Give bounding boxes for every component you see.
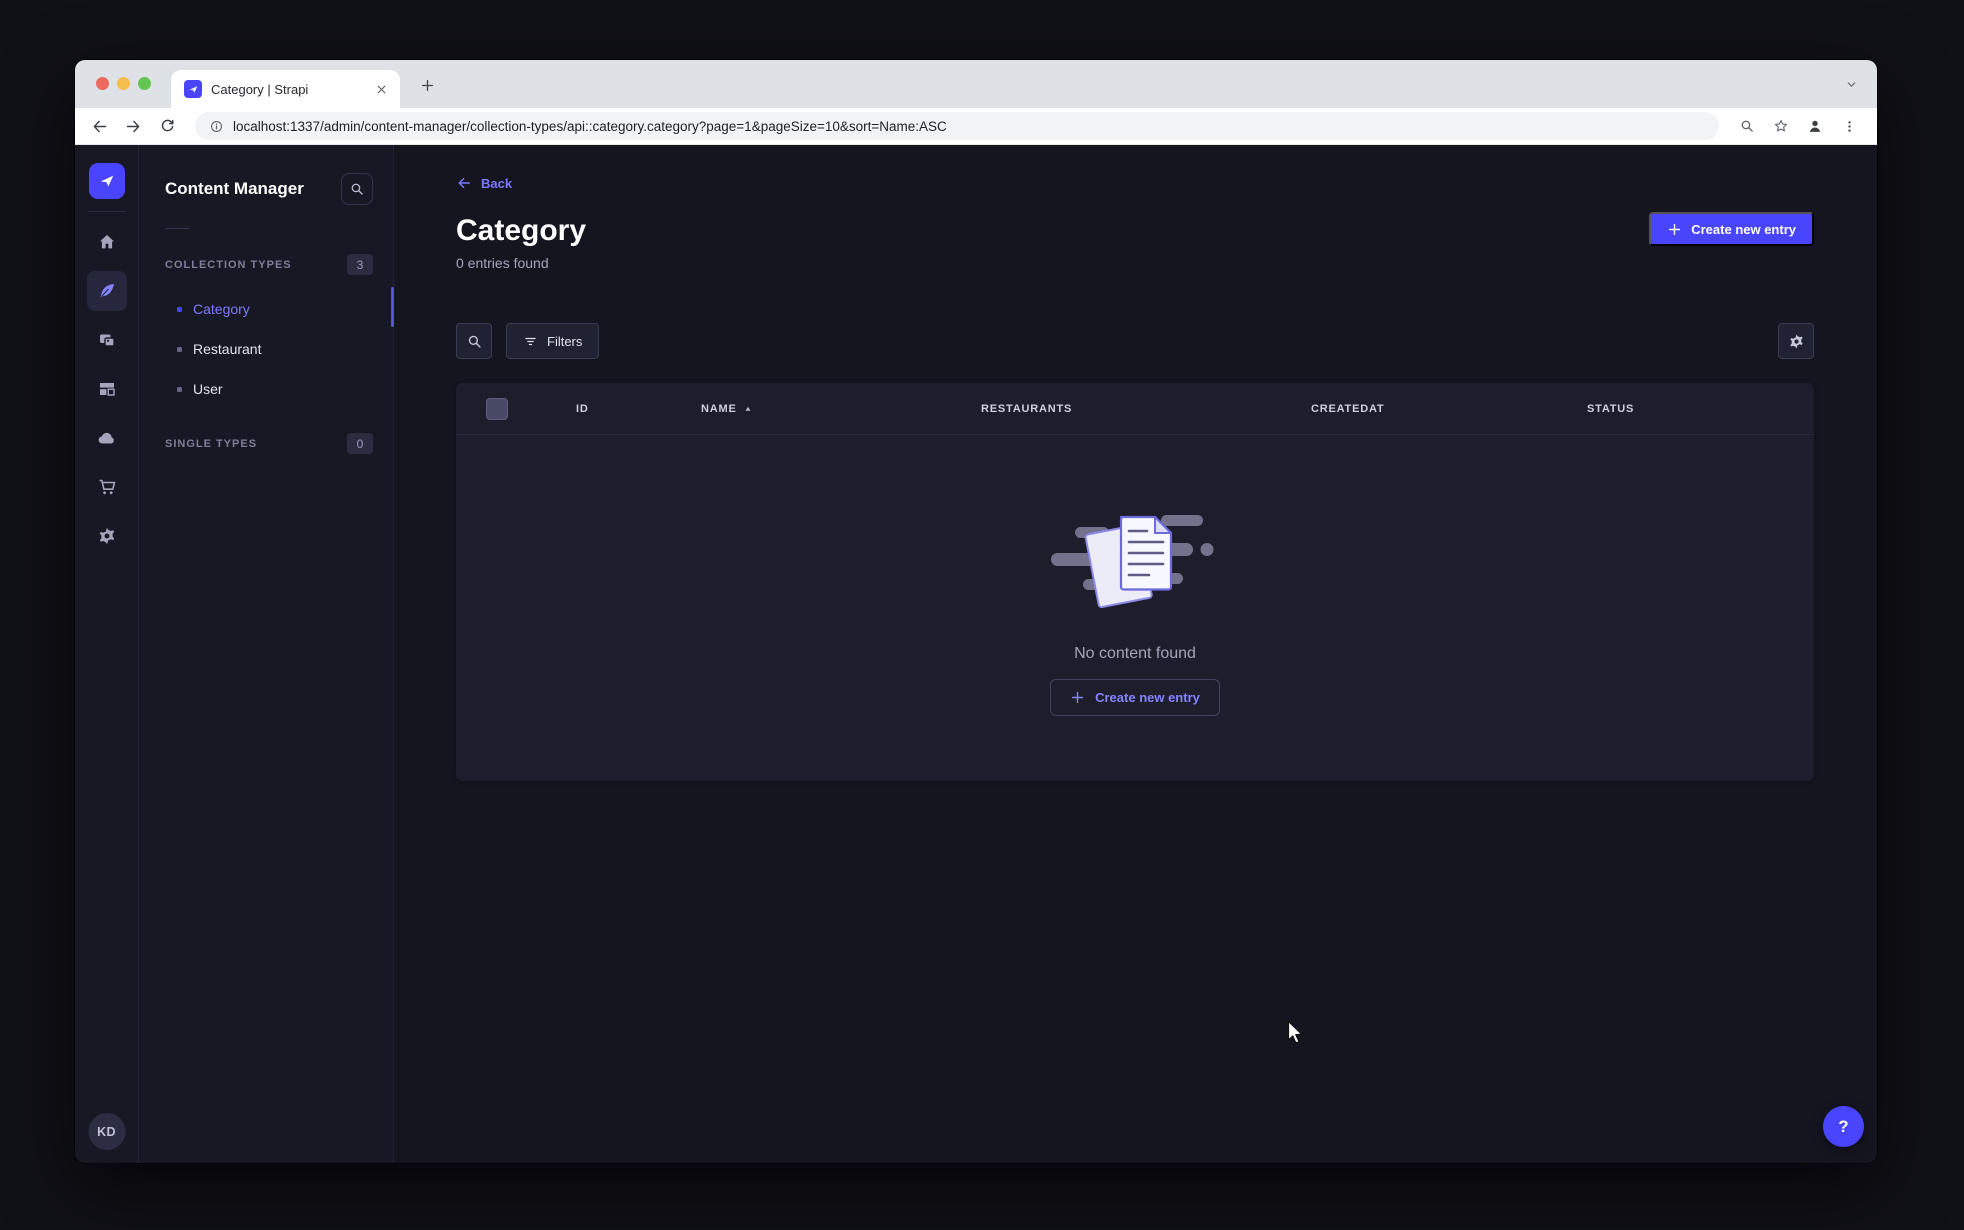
zoom-indicator-icon[interactable] xyxy=(1733,112,1761,140)
plus-icon xyxy=(1669,223,1681,235)
empty-documents-illustration xyxy=(1051,514,1214,608)
rail-divider xyxy=(87,211,126,212)
nav-deploy-cloud-icon[interactable] xyxy=(87,418,127,458)
tab-close-icon[interactable] xyxy=(372,80,390,98)
user-avatar[interactable]: KD xyxy=(88,1113,125,1150)
bullet-icon xyxy=(177,386,182,392)
column-header-id[interactable]: ID xyxy=(576,403,701,415)
main-navigation-rail: KD xyxy=(75,145,139,1163)
entries-count: 0 entries found xyxy=(456,255,549,271)
browser-tab-bar: Category | Strapi xyxy=(75,60,1877,108)
tab-strip-chevron-icon[interactable] xyxy=(1841,74,1861,94)
view-settings-button[interactable] xyxy=(1778,323,1814,359)
plus-icon xyxy=(1072,691,1084,703)
back-button[interactable] xyxy=(85,112,113,140)
sidebar-item-label: Category xyxy=(193,301,250,317)
collection-types-list: Category Restaurant User xyxy=(165,289,373,409)
browser-profile-icon[interactable] xyxy=(1801,112,1829,140)
back-link[interactable]: Back xyxy=(456,175,512,191)
browser-toolbar: localhost:1337/admin/content-manager/col… xyxy=(75,108,1877,145)
bullet-icon xyxy=(177,346,182,352)
sort-asc-icon xyxy=(743,404,753,414)
collection-types-label: COLLECTION TYPES xyxy=(165,258,292,271)
reload-button[interactable] xyxy=(153,112,181,140)
new-tab-button[interactable] xyxy=(415,73,439,97)
column-header-status[interactable]: STATUS xyxy=(1587,403,1814,415)
browser-menu-icon[interactable] xyxy=(1835,112,1863,140)
sidebar-item-label: User xyxy=(193,381,223,397)
nav-media-library-icon[interactable] xyxy=(87,320,127,360)
single-types-count-badge: 0 xyxy=(347,433,373,454)
panel-title: Content Manager xyxy=(165,179,304,198)
entries-table: ID NAME RESTAURANTS CREATEDAT STATUS No … xyxy=(456,383,1814,781)
back-label: Back xyxy=(481,175,513,191)
page-title-block: Category 0 entries found xyxy=(456,212,586,271)
maximize-window-button[interactable] xyxy=(138,77,151,90)
nav-marketplace-cart-icon[interactable] xyxy=(87,467,127,507)
strapi-admin: KD Content Manager COLLECTION TYPES 3 Ca… xyxy=(75,145,1877,1163)
close-window-button[interactable] xyxy=(96,77,109,90)
page-title: Category xyxy=(456,214,587,247)
bullet-icon xyxy=(177,306,182,312)
strapi-favicon-icon xyxy=(184,80,202,98)
content-manager-panel: Content Manager COLLECTION TYPES 3 Categ… xyxy=(139,145,394,1163)
nav-content-manager-icon[interactable] xyxy=(86,271,127,311)
sidebar-item-label: Restaurant xyxy=(193,341,262,357)
search-entries-button[interactable] xyxy=(456,323,492,359)
empty-create-label: Create new entry xyxy=(1095,689,1200,705)
filters-button[interactable]: Filters xyxy=(506,323,600,359)
panel-search-button[interactable] xyxy=(341,173,373,205)
bookmark-star-icon[interactable] xyxy=(1767,112,1795,140)
empty-message: No content found xyxy=(1074,644,1196,662)
site-info-icon[interactable] xyxy=(209,119,224,134)
panel-divider xyxy=(165,228,190,229)
nav-home-icon[interactable] xyxy=(87,222,127,262)
browser-tab[interactable]: Category | Strapi xyxy=(171,70,400,108)
select-all-checkbox[interactable] xyxy=(486,397,508,420)
address-bar[interactable]: localhost:1337/admin/content-manager/col… xyxy=(195,112,1719,140)
sidebar-item-category[interactable]: Category xyxy=(165,289,373,329)
nav-settings-gear-icon[interactable] xyxy=(87,516,127,556)
url-text: localhost:1337/admin/content-manager/col… xyxy=(233,118,947,134)
main-content: Back Category 0 entries found Create new… xyxy=(394,145,1877,1163)
tab-title: Category | Strapi xyxy=(211,81,309,97)
rail-nav xyxy=(86,222,127,556)
column-header-name[interactable]: NAME xyxy=(701,403,981,415)
nav-content-type-builder-icon[interactable] xyxy=(87,369,127,409)
column-header-createdat[interactable]: CREATEDAT xyxy=(1311,403,1587,415)
create-new-entry-button[interactable]: Create new entry xyxy=(1649,212,1814,246)
create-button-label: Create new entry xyxy=(1691,221,1796,237)
window-controls xyxy=(96,77,151,90)
filter-icon xyxy=(525,337,536,345)
forward-button[interactable] xyxy=(119,112,147,140)
filters-label: Filters xyxy=(547,333,583,349)
empty-create-entry-button[interactable]: Create new entry xyxy=(1050,678,1220,716)
column-header-restaurants[interactable]: RESTAURANTS xyxy=(981,403,1311,415)
empty-state: No content found Create new entry xyxy=(456,435,1814,781)
minimize-window-button[interactable] xyxy=(117,77,130,90)
collection-types-count-badge: 3 xyxy=(347,254,373,275)
browser-window: Category | Strapi localhost:1337/admin/c… xyxy=(75,60,1877,1163)
list-actions: Filters xyxy=(456,323,1814,359)
strapi-logo[interactable] xyxy=(88,163,125,199)
single-types-label: SINGLE TYPES xyxy=(165,437,258,450)
sidebar-item-user[interactable]: User xyxy=(165,369,373,409)
search-icon xyxy=(468,335,481,348)
desktop: Category | Strapi localhost:1337/admin/c… xyxy=(0,0,1964,1230)
table-header-row: ID NAME RESTAURANTS CREATEDAT STATUS xyxy=(456,383,1814,435)
gear-icon xyxy=(1789,334,1803,348)
help-button[interactable]: ? xyxy=(1823,1106,1864,1147)
arrow-left-icon xyxy=(458,177,470,189)
sidebar-item-restaurant[interactable]: Restaurant xyxy=(165,329,373,369)
